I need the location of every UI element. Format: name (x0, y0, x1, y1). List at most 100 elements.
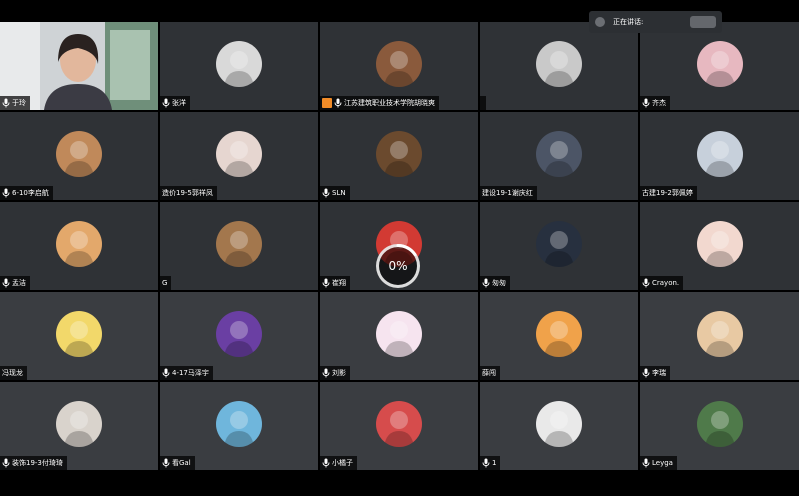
participant-tile[interactable]: 刘影 (320, 292, 478, 380)
participant-name: 4-17马泽宇 (172, 369, 209, 377)
participant-avatar (216, 41, 262, 87)
mic-icon (334, 98, 342, 108)
participant-avatar (536, 131, 582, 177)
mic-icon (2, 98, 10, 108)
participant-avatar (56, 401, 102, 447)
participant-name-bar: 孟洁 (0, 276, 30, 290)
participant-name: G (162, 279, 168, 287)
participant-name-bar: 装饰19-3付琦琦 (0, 456, 67, 470)
mic-icon (322, 188, 330, 198)
participant-name: Crayon. (652, 279, 680, 287)
mic-icon (482, 278, 490, 288)
participant-name: 造价19-5郭祥凤 (162, 189, 213, 197)
participant-name-bar: G (160, 276, 172, 290)
participant-name-bar: 小橘子 (320, 456, 357, 470)
participant-name-bar: Crayon. (640, 276, 684, 290)
participant-tile[interactable] (480, 22, 638, 110)
participant-name: Leyga (652, 459, 673, 467)
participant-name-bar: 冯现龙 (0, 366, 27, 380)
participant-name-bar: 薛闯 (480, 366, 500, 380)
mic-icon (162, 458, 170, 468)
participant-avatar (697, 221, 743, 267)
mic-icon (2, 458, 10, 468)
participant-name-bar: 张洋 (160, 96, 190, 110)
mic-icon (322, 458, 330, 468)
mic-icon (482, 458, 490, 468)
mic-icon (162, 98, 170, 108)
participant-name: 薛闯 (482, 369, 496, 377)
participant-avatar (376, 311, 422, 357)
mic-icon (642, 368, 650, 378)
participant-tile[interactable]: Crayon. (640, 202, 799, 290)
participant-avatar (216, 401, 262, 447)
participant-name: 1 (492, 459, 497, 467)
participant-name: 匆匆 (492, 279, 506, 287)
participant-avatar (376, 41, 422, 87)
loading-percent: 0% (388, 259, 408, 273)
mic-icon (642, 98, 650, 108)
participant-tile[interactable]: 4-17马泽宇 (160, 292, 318, 380)
participant-name: 看Gal (172, 459, 191, 467)
participant-name: 孟洁 (12, 279, 26, 287)
participant-tile[interactable]: SLN (320, 112, 478, 200)
participant-name: 冯现龙 (2, 369, 23, 377)
participant-tile[interactable]: 建设19-1谢庆红 (480, 112, 638, 200)
participant-avatar (376, 131, 422, 177)
participant-name-bar: 齐杰 (640, 96, 670, 110)
participant-avatar (536, 41, 582, 87)
participant-tile[interactable]: 于玲 (0, 22, 158, 110)
participant-avatar (697, 131, 743, 177)
participant-tile[interactable]: 匆匆 (480, 202, 638, 290)
participant-name-bar: 崔翔 (320, 276, 350, 290)
participant-name: 齐杰 (652, 99, 666, 107)
participant-tile[interactable]: 张洋 (160, 22, 318, 110)
participant-avatar (216, 221, 262, 267)
loading-spinner: 0% (376, 244, 420, 288)
participant-tile[interactable]: 看Gal (160, 382, 318, 470)
participant-name: 6-10李启航 (12, 189, 49, 197)
participant-avatar (56, 311, 102, 357)
participant-tile[interactable]: 江苏建筑职业技术学院胡晓爽 (320, 22, 478, 110)
participant-tile[interactable]: 齐杰 (640, 22, 799, 110)
mic-icon (322, 368, 330, 378)
participant-tile[interactable]: 古建19-2郭佩婷 (640, 112, 799, 200)
mic-icon (2, 188, 10, 198)
participant-name-bar: 4-17马泽宇 (160, 366, 213, 380)
participant-avatar (697, 311, 743, 357)
participant-name: 李瑞 (652, 369, 666, 377)
participant-avatar (536, 401, 582, 447)
participant-tile[interactable]: 冯现龙 (0, 292, 158, 380)
mic-icon (162, 368, 170, 378)
participant-name: 于玲 (12, 99, 26, 107)
participant-name-bar: 1 (480, 456, 501, 470)
participant-tile[interactable]: Leyga (640, 382, 799, 470)
participant-name-bar: Leyga (640, 456, 677, 470)
participant-avatar (216, 131, 262, 177)
participant-name-bar: 刘影 (320, 366, 350, 380)
participant-tile[interactable]: 小橘子 (320, 382, 478, 470)
participant-name: 江苏建筑职业技术学院胡晓爽 (344, 99, 435, 107)
participant-tile[interactable]: 李瑞 (640, 292, 799, 380)
mic-icon (2, 278, 10, 288)
participant-avatar (216, 311, 262, 357)
participant-tile[interactable]: 1 (480, 382, 638, 470)
participant-tile[interactable]: G (160, 202, 318, 290)
participant-tile[interactable]: 6-10李启航 (0, 112, 158, 200)
participant-avatar (697, 401, 743, 447)
participant-tile[interactable]: 造价19-5郭祥凤 (160, 112, 318, 200)
participant-name-bar (480, 96, 486, 110)
participant-name: 张洋 (172, 99, 186, 107)
participant-name-bar: 于玲 (0, 96, 30, 110)
participant-tile[interactable]: 孟洁 (0, 202, 158, 290)
speaker-name-blurred (690, 16, 716, 28)
participant-tile[interactable]: 薛闯 (480, 292, 638, 380)
mic-icon (642, 278, 650, 288)
participant-name: 刘影 (332, 369, 346, 377)
participant-tile[interactable]: 装饰19-3付琦琦 (0, 382, 158, 470)
participant-name-bar: 建设19-1谢庆红 (480, 186, 537, 200)
host-icon (322, 98, 332, 108)
participant-name: SLN (332, 189, 346, 197)
participant-name: 小橘子 (332, 459, 353, 467)
participant-avatar (536, 221, 582, 267)
participant-name-bar: 造价19-5郭祥凤 (160, 186, 217, 200)
